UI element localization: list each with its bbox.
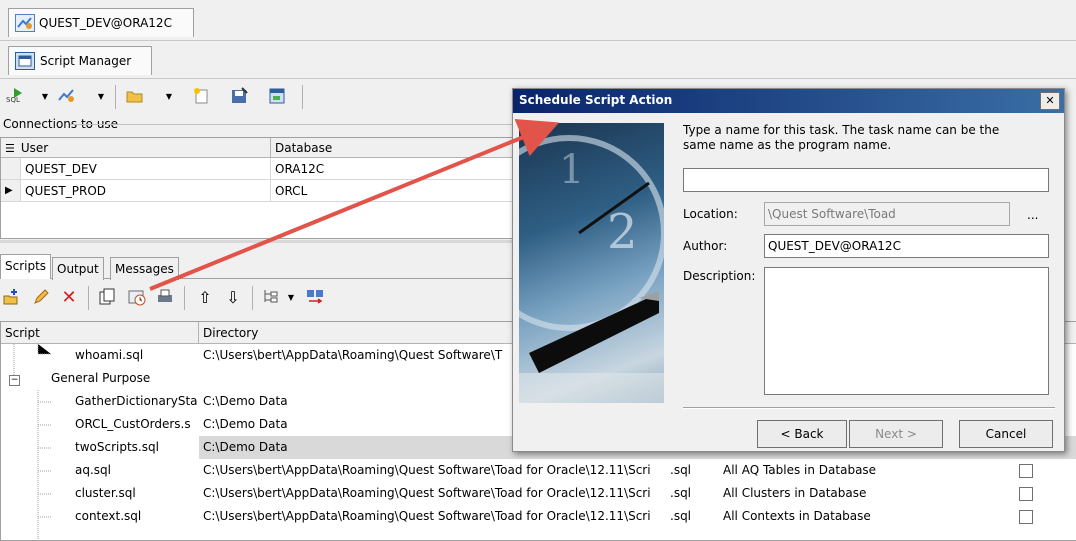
script-group-label[interactable]: General Purpose: [51, 367, 199, 390]
tab-scripts[interactable]: Scripts: [0, 254, 52, 279]
compare-icon[interactable]: [306, 288, 324, 306]
splitter[interactable]: [0, 240, 512, 243]
schedule-script-action-dialog: Schedule Script Action ✕ 2 1 Type a name…: [512, 88, 1065, 452]
author-input[interactable]: QUEST_DEV@ORA12C: [764, 234, 1049, 258]
script-name-cell[interactable]: ORCL_CustOrders.s: [75, 413, 199, 436]
description-label: Description:: [683, 269, 756, 283]
connections-grid[interactable]: ☰ User Database QUEST_DEV ORA12C ▶ QUEST…: [0, 137, 514, 239]
script-extension-cell[interactable]: .sql: [670, 505, 710, 528]
run-dropdown-arrow-icon[interactable]: ▼: [36, 87, 54, 105]
script-name-cell[interactable]: aq.sql: [75, 459, 199, 482]
move-up-icon[interactable]: ⇧: [196, 288, 214, 307]
delete-icon[interactable]: ✕: [60, 287, 78, 308]
next-button[interactable]: Next >: [849, 420, 943, 448]
toolbar-separator: [88, 286, 89, 310]
script-manager-tab-label: Script Manager: [40, 54, 132, 68]
connection-user-cell[interactable]: QUEST_DEV: [21, 158, 271, 180]
svg-text:SQL: SQL: [6, 96, 20, 104]
script-description-cell[interactable]: All Contexts in Database: [723, 505, 1003, 528]
collapse-toggle-icon[interactable]: −: [9, 375, 20, 386]
script-checkbox[interactable]: [1019, 464, 1033, 478]
dialog-title: Schedule Script Action: [519, 93, 673, 107]
svg-text:2: 2: [607, 204, 638, 260]
connection-dropdown-arrow-icon[interactable]: ▼: [92, 87, 110, 105]
new-file-icon[interactable]: [192, 87, 210, 105]
settings-window-icon[interactable]: [268, 87, 286, 105]
edit-icon[interactable]: [32, 288, 50, 306]
dialog-instructions: Type a name for this task. The task name…: [683, 123, 1000, 152]
script-checkbox[interactable]: [1019, 487, 1033, 501]
tab-messages[interactable]: Messages: [110, 257, 179, 280]
column-menu-icon[interactable]: ☰: [5, 139, 17, 159]
main-toolbar: SQL ▼ ▼ ▼: [0, 79, 512, 115]
print-icon[interactable]: [156, 288, 174, 306]
script-checkbox[interactable]: [1019, 510, 1033, 524]
script-column-header[interactable]: Script: [1, 322, 199, 344]
schedule-icon[interactable]: [128, 288, 146, 306]
database-column-header[interactable]: Database: [271, 138, 513, 158]
open-dropdown-arrow-icon[interactable]: ▼: [160, 87, 178, 105]
script-description-cell[interactable]: All Clusters in Database: [723, 482, 1003, 505]
script-directory-cell[interactable]: C:\Demo Data: [203, 390, 513, 413]
svg-text:1: 1: [559, 147, 584, 193]
dialog-divider: [683, 407, 1055, 409]
script-name-cell[interactable]: GatherDictionarySta: [75, 390, 199, 413]
row-indicator[interactable]: [1, 158, 21, 180]
script-directory-cell[interactable]: C:\Users\bert\AppData\Roaming\Quest Soft…: [203, 344, 513, 367]
script-name-cell[interactable]: context.sql: [75, 505, 199, 528]
script-name-cell[interactable]: cluster.sql: [75, 482, 199, 505]
connection-icon[interactable]: [58, 87, 76, 105]
location-field[interactable]: \Quest Software\Toad: [764, 202, 1010, 226]
task-name-input[interactable]: [683, 168, 1049, 192]
connection-database-cell[interactable]: ORA12C: [271, 158, 513, 180]
tab-output[interactable]: Output: [52, 257, 104, 280]
script-extension-cell[interactable]: .sql: [670, 459, 710, 482]
add-script-icon[interactable]: [2, 288, 20, 306]
user-column-header[interactable]: ☰ User: [1, 138, 271, 158]
script-directory-cell[interactable]: C:\Users\bert\AppData\Roaming\Quest Soft…: [203, 482, 668, 505]
script-extension-cell[interactable]: .sql: [670, 482, 710, 505]
script-description-cell[interactable]: All AQ Tables in Database: [723, 459, 1003, 482]
script-manager-icon: [15, 52, 35, 70]
connection-user-cell[interactable]: QUEST_PROD: [21, 180, 271, 202]
save-icon[interactable]: [230, 87, 248, 105]
script-directory-cell[interactable]: C:\Users\bert\AppData\Roaming\Quest Soft…: [203, 459, 668, 482]
connection-tab-strip: QUEST_DEV@ORA12C: [0, 0, 1076, 41]
script-manager-tab[interactable]: Script Manager: [8, 46, 152, 75]
connection-tab[interactable]: QUEST_DEV@ORA12C: [8, 8, 194, 37]
group-divider: [70, 124, 512, 125]
tree-dropdown-arrow-icon[interactable]: ▼: [282, 288, 300, 306]
browse-location-button[interactable]: ...: [1027, 208, 1038, 222]
current-row-indicator-icon[interactable]: ▶: [1, 180, 21, 202]
connection-icon: [15, 14, 35, 32]
open-folder-icon[interactable]: [126, 87, 144, 105]
connection-database-cell[interactable]: ORCL: [271, 180, 513, 202]
move-down-icon[interactable]: ⇩: [224, 288, 242, 307]
wizard-clock-pen-image: 2 1: [519, 123, 664, 403]
toolbar-separator: [115, 85, 116, 109]
tree-view-icon[interactable]: [262, 288, 280, 306]
run-script-icon[interactable]: SQL: [6, 87, 24, 105]
description-textarea[interactable]: [764, 267, 1049, 395]
back-button[interactable]: < Back: [757, 420, 847, 448]
toolbar-separator: [302, 85, 303, 109]
cancel-button[interactable]: Cancel: [959, 420, 1053, 448]
location-label: Location:: [683, 207, 738, 221]
script-directory-cell[interactable]: C:\Demo Data: [203, 413, 513, 436]
copy-icon[interactable]: [98, 288, 116, 306]
bottom-tab-strip: Scripts Output Messages: [0, 254, 512, 280]
scripts-toolbar: ✕ ⇧ ⇩ ▼: [0, 284, 512, 312]
script-directory-cell[interactable]: C:\Users\bert\AppData\Roaming\Quest Soft…: [203, 505, 668, 528]
toolbar-separator: [252, 286, 253, 310]
close-icon[interactable]: ✕: [1040, 92, 1060, 110]
script-directory-cell[interactable]: C:\Demo Data: [203, 436, 513, 459]
dialog-title-bar[interactable]: Schedule Script Action ✕: [513, 89, 1064, 113]
script-name-cell[interactable]: whoami.sql: [75, 344, 199, 367]
author-label: Author:: [683, 239, 728, 253]
toolbar-separator: [184, 286, 185, 310]
script-name-cell[interactable]: twoScripts.sql: [75, 436, 199, 459]
connection-tab-label: QUEST_DEV@ORA12C: [39, 16, 172, 30]
window-tab-strip: Script Manager: [0, 40, 1076, 79]
